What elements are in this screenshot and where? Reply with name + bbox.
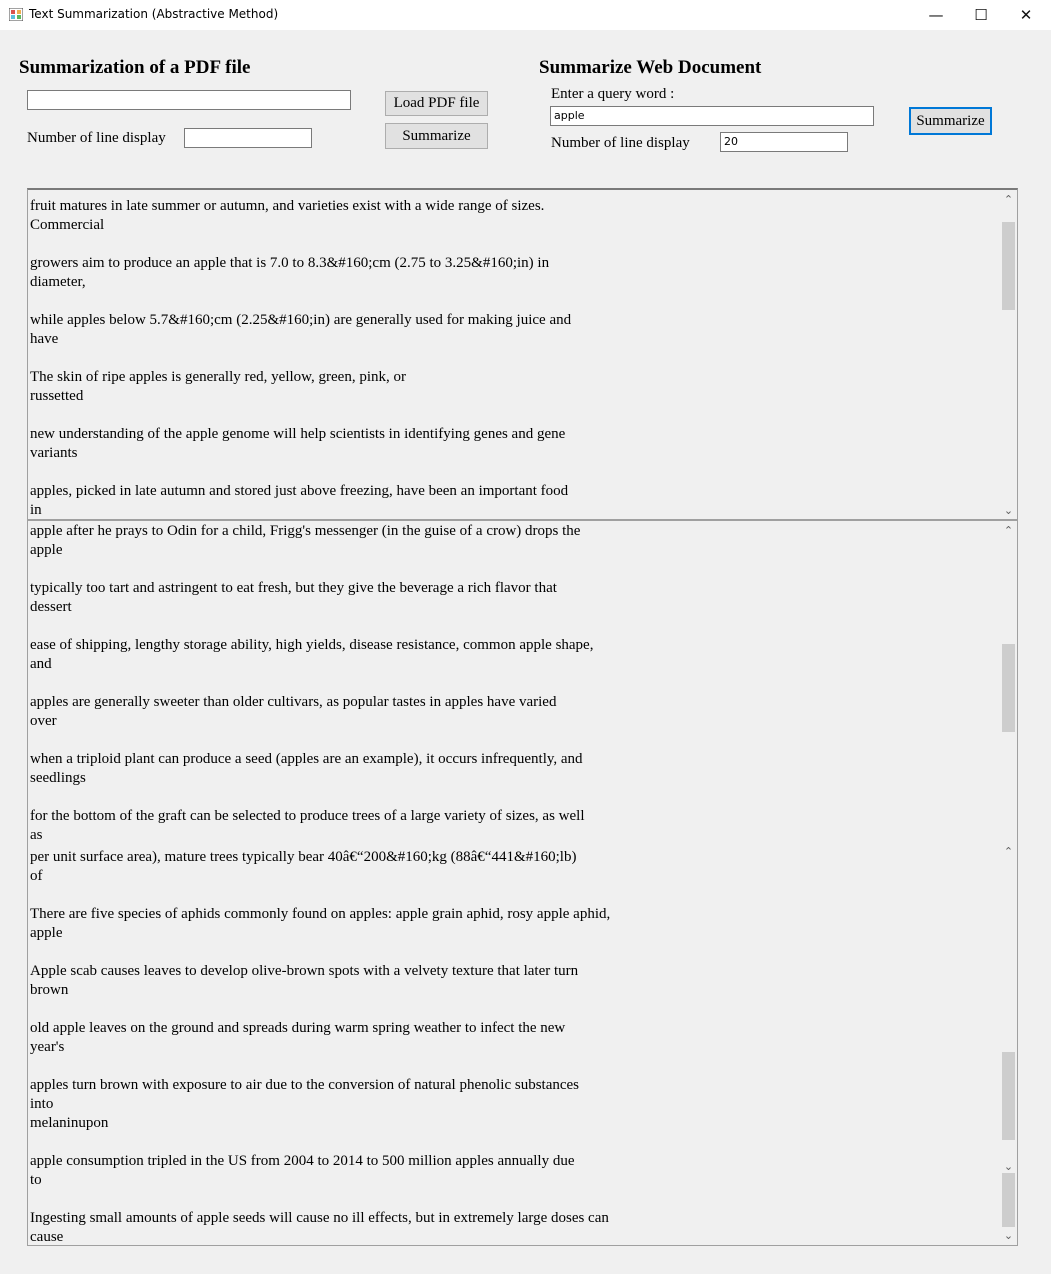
scroll-up-arrow-icon[interactable]: ⌃ xyxy=(1000,523,1017,539)
summary-line: Apple scab causes leaves to develop oliv… xyxy=(30,963,579,979)
summary-line: There are five species of aphids commonl… xyxy=(30,906,611,922)
scroll-down-arrow-icon[interactable]: ⌄ xyxy=(1000,1228,1017,1244)
summary-line: typically too tart and astringent to eat… xyxy=(30,580,557,596)
summary-line: seedlings xyxy=(30,770,86,786)
summary-line: russetted xyxy=(30,388,84,404)
summary-line: apples turn brown with exposure to air d… xyxy=(30,1077,580,1093)
summary-line: have xyxy=(30,331,59,347)
summary-sentence: apple consumption tripled in the US from… xyxy=(30,1152,990,1190)
summary-line: for the bottom of the graft can be selec… xyxy=(30,808,585,824)
web-summarize-button[interactable]: Summarize xyxy=(909,107,992,135)
pdf-lines-label: Number of line display xyxy=(27,130,166,146)
summary-sentence: Apple scab causes leaves to develop oliv… xyxy=(30,962,990,1000)
summary-line: ease of shipping, lengthy storage abilit… xyxy=(30,637,594,653)
scroll-thumb[interactable] xyxy=(1002,1173,1015,1227)
summary-line: over xyxy=(30,713,57,729)
summary-sentence: apple after he prays to Odin for a child… xyxy=(30,522,990,560)
pdf-summarize-button[interactable]: Summarize xyxy=(385,123,488,149)
lower-summary-text: apple after he prays to Odin for a child… xyxy=(30,522,990,1245)
query-label: Enter a query word : xyxy=(551,86,675,102)
summary-line: new understanding of the apple genome wi… xyxy=(30,426,566,442)
summary-line: while apples below 5.7&#160;cm (2.25&#16… xyxy=(30,312,572,328)
summary-line: per unit surface area), mature trees typ… xyxy=(30,849,577,865)
pdf-section-heading: Summarization of a PDF file xyxy=(19,57,251,78)
summary-line: Commercial xyxy=(30,217,105,233)
summary-line: apples are generally sweeter than older … xyxy=(30,694,557,710)
summary-line: in xyxy=(30,502,42,518)
summary-sentence: typically too tart and astringent to eat… xyxy=(30,579,990,617)
scroll-up-arrow-icon[interactable]: ⌃ xyxy=(1000,844,1017,860)
summary-line: apple consumption tripled in the US from… xyxy=(30,1153,575,1169)
summary-line: old apple leaves on the ground and sprea… xyxy=(30,1020,566,1036)
scroll-thumb[interactable] xyxy=(1002,1052,1015,1140)
summary-sentence: The skin of ripe apples is generally red… xyxy=(30,368,990,406)
summary-sentence: There are five species of aphids commonl… xyxy=(30,905,990,943)
summary-sentence: when a triploid plant can produce a seed… xyxy=(30,750,990,788)
summary-line: when a triploid plant can produce a seed… xyxy=(30,751,583,767)
web-lines-label: Number of line display xyxy=(551,135,690,151)
web-lines-input[interactable]: 20 xyxy=(720,132,848,152)
summary-line: Ingesting small amounts of apple seeds w… xyxy=(30,1210,609,1226)
summary-line: and xyxy=(30,656,52,672)
lower-scrollbar[interactable]: ⌃ ⌃ ⌄ ⌄ xyxy=(1000,521,1017,1245)
close-button[interactable]: ✕ xyxy=(1003,0,1049,30)
pdf-path-input[interactable] xyxy=(27,90,351,110)
load-pdf-button[interactable]: Load PDF file xyxy=(385,91,488,116)
upper-summary-text: fruit matures in late summer or autumn, … xyxy=(30,197,990,519)
upper-scrollbar[interactable]: ⌃ ⌄ xyxy=(1000,190,1017,519)
summary-line: brown xyxy=(30,982,69,998)
summary-sentence: old apple leaves on the ground and sprea… xyxy=(30,1019,990,1057)
summary-line: into xyxy=(30,1096,54,1112)
summary-sentence: Ingesting small amounts of apple seeds w… xyxy=(30,1209,990,1245)
pdf-lines-input[interactable] xyxy=(184,128,312,148)
window-title: Text Summarization (Abstractive Method) xyxy=(29,7,279,21)
summary-line: as xyxy=(30,827,43,843)
summary-line: apple xyxy=(30,542,63,558)
summary-sentence: apples turn brown with exposure to air d… xyxy=(30,1076,990,1133)
summary-sentence: while apples below 5.7&#160;cm (2.25&#16… xyxy=(30,311,990,349)
summary-line: year's xyxy=(30,1039,65,1055)
summary-line: growers aim to produce an apple that is … xyxy=(30,255,550,271)
scroll-down-arrow-icon[interactable]: ⌄ xyxy=(1000,503,1017,519)
summary-sentence: for the bottom of the graft can be selec… xyxy=(30,807,990,845)
summary-sentence: new understanding of the apple genome wi… xyxy=(30,425,990,463)
summary-sentence: apples, picked in late autumn and stored… xyxy=(30,482,990,519)
query-input[interactable]: apple xyxy=(550,106,874,126)
summary-sentence: fruit matures in late summer or autumn, … xyxy=(30,197,990,235)
summary-line: of xyxy=(30,868,43,884)
summary-line: fruit matures in late summer or autumn, … xyxy=(30,198,545,214)
summary-sentence: ease of shipping, lengthy storage abilit… xyxy=(30,636,990,674)
web-section-heading: Summarize Web Document xyxy=(539,57,762,78)
scroll-thumb[interactable] xyxy=(1002,222,1015,310)
scroll-thumb[interactable] xyxy=(1002,644,1015,732)
summary-line: to xyxy=(30,1172,42,1188)
scroll-up-arrow-icon[interactable]: ⌃ xyxy=(1000,192,1017,208)
summary-sentence: apples are generally sweeter than older … xyxy=(30,693,990,731)
summary-line: diameter, xyxy=(30,274,86,290)
summary-line: melaninupon xyxy=(30,1115,109,1131)
summary-line: cause xyxy=(30,1229,64,1245)
summary-line: apple after he prays to Odin for a child… xyxy=(30,523,581,539)
summary-line: The skin of ripe apples is generally red… xyxy=(30,369,406,385)
minimize-button[interactable]: — xyxy=(913,0,959,30)
summary-line: variants xyxy=(30,445,78,461)
summary-line: apples, picked in late autumn and stored… xyxy=(30,483,569,499)
summary-sentence: growers aim to produce an apple that is … xyxy=(30,254,990,292)
app-icon xyxy=(9,8,23,21)
upper-summary-output[interactable]: fruit matures in late summer or autumn, … xyxy=(27,188,1018,520)
lower-summary-output[interactable]: apple after he prays to Odin for a child… xyxy=(27,520,1018,1246)
maximize-button[interactable]: ☐ xyxy=(958,0,1004,30)
summary-line: dessert xyxy=(30,599,72,615)
summary-line: apple xyxy=(30,925,63,941)
title-bar: Text Summarization (Abstractive Method) … xyxy=(0,0,1051,30)
summary-sentence: per unit surface area), mature trees typ… xyxy=(30,848,990,886)
